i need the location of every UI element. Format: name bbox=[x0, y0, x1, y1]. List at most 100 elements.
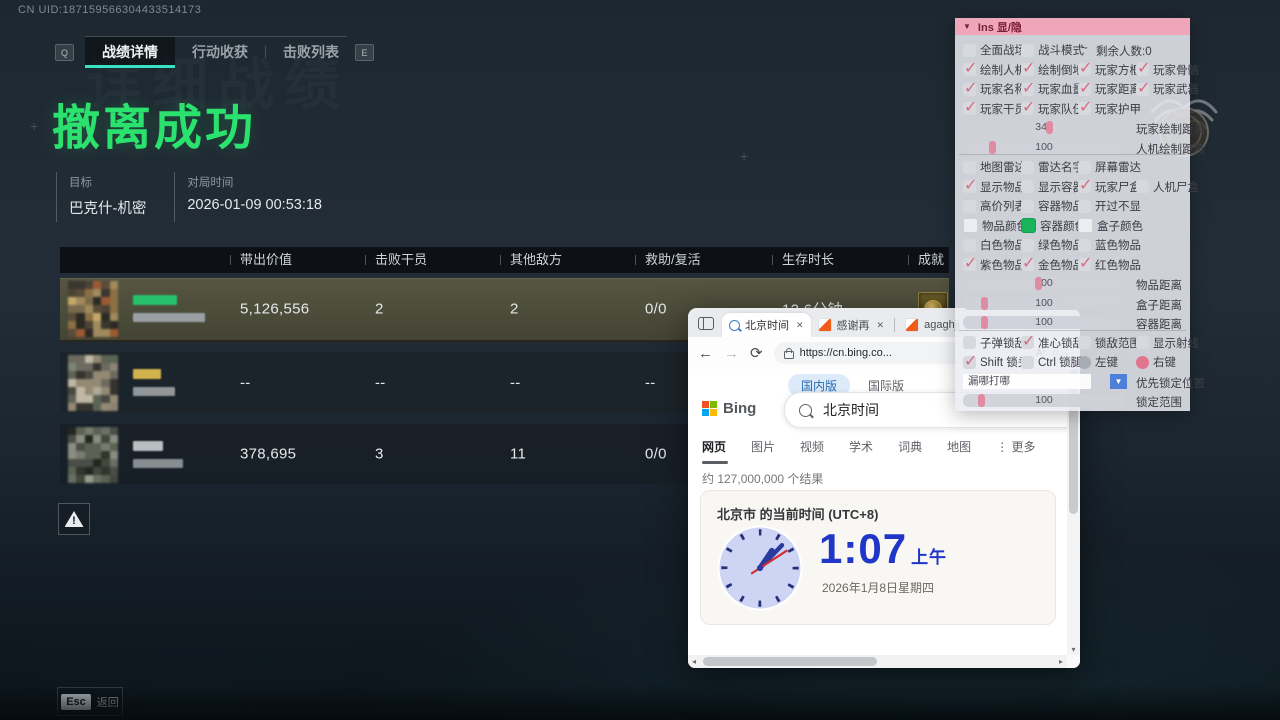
overlay-row: 200物品距离 bbox=[955, 274, 1190, 293]
scroll-right-arrow[interactable]: ▸ bbox=[1055, 657, 1067, 666]
checkbox[interactable] bbox=[963, 356, 976, 369]
checkbox[interactable] bbox=[1078, 63, 1091, 76]
tab-kill-list[interactable]: 击败列表 bbox=[266, 37, 356, 66]
header-survival-time: 生存时长 bbox=[782, 247, 834, 273]
checkbox[interactable] bbox=[963, 83, 976, 96]
color-swatch[interactable] bbox=[1021, 218, 1036, 233]
overlay-slider[interactable]: 100 bbox=[963, 297, 1125, 310]
checkbox[interactable] bbox=[963, 180, 976, 193]
overlay-slider[interactable]: 200 bbox=[963, 277, 1125, 290]
checkbox[interactable] bbox=[1078, 336, 1091, 349]
close-tab-icon[interactable]: ✕ bbox=[877, 320, 885, 331]
scrollbar-thumb[interactable] bbox=[703, 657, 877, 666]
vertical-scrollbar[interactable]: ▾ bbox=[1067, 369, 1080, 655]
checkbox[interactable] bbox=[1021, 44, 1034, 57]
serp-tab-videos[interactable]: 视频 bbox=[800, 438, 824, 455]
overlay-dropdown[interactable]: 漏哪打哪 bbox=[963, 374, 1091, 389]
cell-carried-value: 378,695 bbox=[240, 446, 296, 463]
match-time-info: 对局时间 2026-01-09 00:53:18 bbox=[174, 172, 350, 222]
hud-crosshair-mark: + bbox=[30, 118, 38, 134]
slider-handle[interactable] bbox=[978, 394, 985, 407]
checkbox[interactable] bbox=[963, 200, 976, 213]
checkbox[interactable] bbox=[1078, 200, 1091, 213]
checkbox[interactable] bbox=[1021, 200, 1034, 213]
tab-action-gains[interactable]: 行动收获 bbox=[175, 37, 265, 66]
cell-rescue-revive: 0/0 bbox=[645, 301, 667, 318]
overlay-item-label: 开过不显 bbox=[1095, 198, 1141, 214]
checkbox[interactable] bbox=[1078, 161, 1091, 174]
header-achievement: 成就 bbox=[918, 247, 944, 273]
tab-battle-details[interactable]: 战绩详情 bbox=[85, 37, 175, 66]
overlay-item-label: 紫色物品 bbox=[980, 257, 1026, 273]
color-swatch[interactable] bbox=[963, 218, 978, 233]
overlay-slider[interactable]: 349 bbox=[963, 121, 1125, 134]
overlay-item-label: 玩家名称 bbox=[980, 81, 1026, 97]
scroll-down-arrow[interactable]: ▾ bbox=[1067, 645, 1080, 654]
checkbox[interactable] bbox=[1078, 239, 1091, 252]
serp-tab-academic[interactable]: 学术 bbox=[849, 438, 873, 455]
serp-tab-more[interactable]: 更多 bbox=[996, 438, 1035, 455]
overlay-header[interactable]: Ins 显/隐 bbox=[955, 18, 1190, 35]
warning-button[interactable] bbox=[58, 503, 90, 535]
checkbox[interactable] bbox=[1136, 63, 1149, 76]
overlay-slider[interactable]: 100 bbox=[963, 141, 1125, 154]
checkbox[interactable] bbox=[1021, 161, 1034, 174]
slider-handle[interactable] bbox=[981, 316, 988, 329]
esc-back-button[interactable]: Esc 返回 bbox=[57, 687, 123, 716]
checkbox[interactable] bbox=[1021, 239, 1034, 252]
serp-tab-web[interactable]: 网页 bbox=[702, 438, 726, 455]
scroll-left-arrow[interactable]: ◂ bbox=[688, 657, 700, 666]
checkbox[interactable] bbox=[1078, 180, 1091, 193]
checkbox[interactable] bbox=[963, 239, 976, 252]
overlay-slider[interactable]: 100 bbox=[963, 394, 1125, 407]
radio-button[interactable] bbox=[1136, 356, 1149, 369]
back-button[interactable]: ← bbox=[698, 345, 713, 362]
checkbox[interactable] bbox=[1021, 356, 1034, 369]
checkbox[interactable] bbox=[1078, 102, 1091, 115]
radio-button[interactable] bbox=[1078, 356, 1091, 369]
slider-handle[interactable] bbox=[1046, 121, 1053, 134]
checkbox[interactable] bbox=[963, 336, 976, 349]
slider-value: 100 bbox=[1035, 297, 1053, 309]
checkbox[interactable] bbox=[1021, 83, 1034, 96]
header-operators-killed: 击败干员 bbox=[375, 247, 427, 273]
cell-operators-killed: -- bbox=[375, 374, 386, 391]
serp-tab-maps[interactable]: 地图 bbox=[947, 438, 971, 455]
checkbox[interactable] bbox=[1136, 83, 1149, 96]
tab-search-panel-icon[interactable] bbox=[698, 317, 714, 330]
checkbox[interactable] bbox=[963, 102, 976, 115]
overlay-slider[interactable]: 100 bbox=[963, 316, 1125, 329]
serp-tab-images[interactable]: 图片 bbox=[751, 438, 775, 455]
browser-tab-2[interactable]: 感谢再 ✕ bbox=[811, 313, 892, 337]
checkbox[interactable] bbox=[963, 258, 976, 271]
close-tab-icon[interactable]: ✕ bbox=[796, 320, 804, 331]
checkbox[interactable] bbox=[963, 161, 976, 174]
serp-tab-dictionary[interactable]: 词典 bbox=[898, 438, 922, 455]
checkbox[interactable] bbox=[963, 44, 976, 57]
checkbox[interactable] bbox=[1078, 83, 1091, 96]
checkbox[interactable] bbox=[1021, 63, 1034, 76]
checkbox[interactable] bbox=[1021, 258, 1034, 271]
bing-logo[interactable]: Bing bbox=[702, 400, 756, 417]
slider-handle[interactable] bbox=[981, 297, 988, 310]
checkbox[interactable] bbox=[1078, 258, 1091, 271]
overlay-row: 紫色物品金色物品红色物品 bbox=[955, 255, 1190, 274]
checkbox[interactable] bbox=[1021, 102, 1034, 115]
checkbox[interactable] bbox=[1136, 336, 1149, 349]
overlay-item-label: 玩家武器 bbox=[1153, 81, 1199, 97]
refresh-button[interactable]: ⟳ bbox=[750, 344, 763, 362]
player-name-redacted bbox=[133, 369, 161, 379]
forward-button[interactable]: → bbox=[724, 345, 739, 362]
search-icon bbox=[729, 320, 740, 331]
browser-tab-beijing-time[interactable]: 北京时间 ✕ bbox=[722, 313, 811, 337]
horizontal-scrollbar[interactable]: ◂ ▸ bbox=[688, 655, 1067, 668]
dropdown-arrow-button[interactable]: ▼ bbox=[1110, 374, 1127, 389]
color-swatch[interactable] bbox=[1078, 218, 1093, 233]
checkbox[interactable] bbox=[1021, 336, 1034, 349]
cell-rescue-revive: -- bbox=[645, 374, 656, 391]
checkbox[interactable] bbox=[1021, 180, 1034, 193]
slider-handle[interactable] bbox=[989, 141, 996, 154]
checkbox[interactable] bbox=[963, 63, 976, 76]
slider-handle[interactable] bbox=[1035, 277, 1042, 290]
checkbox[interactable] bbox=[1136, 180, 1149, 193]
